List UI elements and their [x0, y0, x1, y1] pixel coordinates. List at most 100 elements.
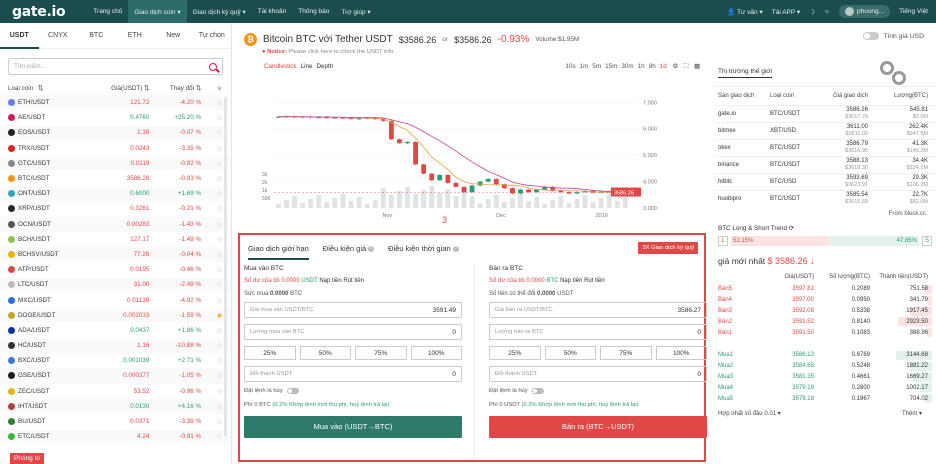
tab-btc[interactable]: BTC — [77, 23, 116, 49]
grid-icon[interactable]: ▦ — [694, 63, 700, 70]
market-row[interactable]: BTC/USDT 3586.26 -0.93 % ☆ — [0, 171, 231, 186]
favorite-star-icon[interactable]: ☆ — [201, 371, 223, 380]
price-chart[interactable]: 7.000 6.000 5.000 4.000 3.000 3k 2k 1k 500 Nov Dec… — [244, 93, 706, 223]
interval-10s[interactable]: 10s — [566, 63, 576, 70]
ask-row[interactable]: Bán1 3591.50 0.1083 388.96 — [714, 327, 936, 338]
interval-1m[interactable]: 1m — [580, 63, 589, 70]
world-market-row[interactable]: binance BTC/USDT 3588.13 $3618.30 34.4K $124.… — [714, 156, 936, 173]
market-row[interactable]: ONT/USDT 0.6000 +1.69 % ☆ — [0, 186, 231, 202]
world-market-row[interactable]: gate.io BTC/USDT 3586.26 $3617.76 545.81 $2.0… — [714, 105, 936, 122]
favorite-star-icon[interactable]: ☆ — [201, 265, 223, 274]
market-row[interactable]: LTC/USDT 31.00 -2.49 % ☆ — [0, 277, 231, 293]
help-icon[interactable]: ? — [368, 245, 375, 252]
favorite-star-icon[interactable]: ★ — [201, 311, 223, 320]
nav-item-1[interactable]: Giao dịch coin ▾ — [128, 0, 187, 23]
percent-button-100[interactable]: 100% — [655, 346, 707, 360]
market-row[interactable]: TRX/USDT 0.0243 -3.35 % ☆ — [0, 141, 231, 156]
withdraw-link[interactable]: Rút tiền — [343, 278, 364, 284]
tab-eth[interactable]: ETH — [116, 23, 155, 49]
market-row[interactable]: EOS/USDT 2.39 -0.07 % ☆ — [0, 125, 231, 141]
data-source[interactable]: From block.cc — [714, 207, 936, 217]
chart-tab-candlestick[interactable]: Candlestick — [264, 63, 297, 70]
favorite-star-icon[interactable]: ☆ — [201, 341, 223, 350]
favorite-star-icon[interactable]: ☆ — [201, 432, 223, 441]
settings-gear-icon[interactable]: ⚙ — [672, 63, 678, 70]
search-input[interactable]: Tìm kiếm... — [8, 58, 223, 75]
favorite-star-icon[interactable]: ☆ — [201, 220, 223, 229]
percent-button-75[interactable]: 75% — [600, 346, 652, 360]
market-row[interactable]: ATP/USDT 0.0195 -0.46 % ☆ — [0, 262, 231, 277]
interval-30m[interactable]: 30m — [621, 63, 633, 70]
favorite-star-icon[interactable]: ☆ — [201, 159, 223, 168]
market-row[interactable]: GSE/USDT 0.000377 -1.05 % ☆ — [0, 368, 231, 384]
favorite-star-icon[interactable]: ☆ — [201, 387, 223, 396]
percent-button-25[interactable]: 25% — [244, 346, 296, 360]
favorite-star-icon[interactable]: ☆ — [201, 296, 223, 305]
market-row[interactable]: BXC/USDT 0.001039 +2.71 % ☆ — [0, 353, 231, 368]
tab-cnyx[interactable]: CNYX — [39, 23, 78, 49]
header-coin[interactable]: Loại coin ⇅ — [8, 85, 98, 92]
refresh-icon[interactable]: ⟳ — [789, 225, 794, 232]
market-row[interactable]: ETH/USDT 121.72 -4.20 % ☆ — [0, 95, 231, 111]
more-button[interactable]: Thêm ▾ — [902, 410, 922, 417]
app-menu[interactable]: Tải APP ▾ — [772, 8, 800, 16]
post-only-switch[interactable] — [286, 388, 299, 394]
favorite-star-icon[interactable]: ☆ — [201, 144, 223, 153]
nav-item-4[interactable]: Thông báo — [292, 0, 335, 23]
light-icon[interactable]: ☼ — [824, 8, 830, 15]
ask-row[interactable]: Bán4 3597.00 0.0950 341.79 — [714, 295, 936, 306]
ask-row[interactable]: Bán5 3597.81 0.2089 751.58 — [714, 284, 936, 295]
favorite-star-icon[interactable]: ☆ — [201, 113, 223, 122]
search-icon[interactable] — [209, 62, 217, 71]
favorite-star-icon[interactable]: ☆ — [201, 174, 223, 183]
bid-row[interactable]: Mua2 3584.65 0.5248 1881.22 — [714, 361, 936, 372]
usd-switch[interactable] — [863, 32, 880, 40]
chart-tab-depth[interactable]: Depth — [316, 63, 333, 70]
header-price[interactable]: Giá(USDT) ⇅ — [98, 85, 149, 92]
buy-total-input[interactable]: Đổi thành USDT 0 — [244, 366, 462, 382]
expand-button[interactable]: Phóng to — [10, 453, 45, 464]
bid-row[interactable]: Mua4 3579.19 0.2800 1002.17 — [714, 382, 936, 393]
favorite-star-icon[interactable]: ☆ — [201, 326, 223, 335]
nav-item-0[interactable]: Trang chủ — [87, 0, 128, 23]
favorite-star-icon[interactable]: ☆ — [201, 250, 223, 259]
merge-depth-select[interactable]: Hợp nhất số đầu 0.01 ▾ — [718, 410, 781, 417]
favorite-filter-star-icon[interactable]: ★ — [201, 84, 223, 93]
interval-1d[interactable]: 1d — [660, 63, 667, 70]
ask-row[interactable]: Bán2 3591.52 0.8140 2923.50 — [714, 316, 936, 327]
deposit-link[interactable]: Nạp tiền — [560, 278, 584, 284]
world-market-row[interactable]: bitmex XBT/USD 3611.00 $3611.00 262.4K $947.5… — [714, 122, 936, 139]
buy-amount-input[interactable]: Lượng mua vào BTC 0 — [244, 324, 462, 340]
world-market-row[interactable]: okex BTC/USDT 3586.79 $3616.95 41.3K $149.2M — [714, 139, 936, 156]
theme-icon[interactable]: ☽ — [809, 8, 815, 16]
percent-button-25[interactable]: 25% — [489, 346, 541, 360]
favorite-star-icon[interactable]: ☆ — [201, 356, 223, 365]
notice-bar[interactable]: ● Notice: Please click here to check the… — [234, 46, 710, 55]
nav-item-5[interactable]: Trợ giúp ▾ — [335, 0, 376, 23]
market-row[interactable]: OCN/USDT 0.00283 -1.43 % ☆ — [0, 216, 231, 232]
interval-1h[interactable]: 1h — [638, 63, 645, 70]
market-row[interactable]: ADA/USDT 0.0437 +1.86 % ☆ — [0, 323, 231, 338]
favorite-star-icon[interactable]: ☆ — [201, 402, 223, 411]
favorite-star-icon[interactable]: ☆ — [201, 189, 223, 198]
sell-price-input[interactable]: Giá bán ra USDT/BTC 3586.27 — [489, 302, 707, 318]
withdraw-link[interactable]: Rút tiền — [584, 278, 605, 284]
market-row[interactable]: HC/USDT 1.16 -10.88 % ☆ — [0, 338, 231, 354]
sell-amount-input[interactable]: Lượng bán ra BTC 0 — [489, 324, 707, 340]
tab-tự-chọn[interactable]: Tự chọn — [193, 23, 232, 49]
bid-row[interactable]: Mua5 3579.18 0.1967 704.02 — [714, 393, 936, 404]
bid-row[interactable]: Mua3 3581.35 0.4661 1669.27 — [714, 372, 936, 383]
market-row[interactable]: ZEC/USDT 53.52 -0.96 % ☆ — [0, 384, 231, 399]
percent-button-50[interactable]: 50% — [299, 346, 351, 360]
support-menu[interactable]: 👤 Tư vấn ▾ — [727, 8, 762, 16]
language-menu[interactable]: Tiếng Việt — [899, 8, 928, 15]
market-row[interactable]: ETC/USDT 4.24 -0.91 % ☆ — [0, 429, 231, 445]
market-row[interactable]: DOGE/USDT 0.002033 -1.59 % ★ — [0, 307, 231, 323]
interval-5m[interactable]: 5m — [592, 63, 601, 70]
usd-price-toggle[interactable]: Tính giá USD — [714, 23, 936, 49]
order-tab-1[interactable]: Điều kiện giá? — [323, 244, 375, 253]
market-row[interactable]: BU/USDT 0.0371 -3.39 % ☆ — [0, 414, 231, 429]
gateio-logo[interactable]: gate.io — [12, 4, 66, 20]
interval-8h[interactable]: 8h — [649, 63, 656, 70]
tab-usdt[interactable]: USDT — [0, 23, 39, 49]
